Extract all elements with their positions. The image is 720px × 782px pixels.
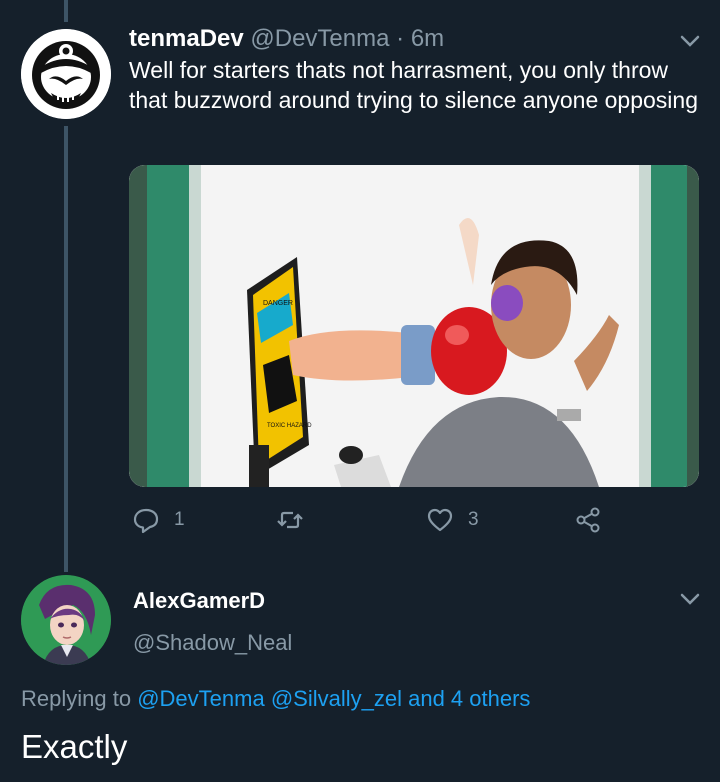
meme-image: DANGER TOXIC HAZARD bbox=[129, 165, 699, 487]
replying-to: Replying to @DevTenma @Silvally_zel and … bbox=[21, 686, 530, 712]
reply-icon bbox=[133, 508, 159, 534]
tweet-header: tenmaDev @DevTenma · 6m bbox=[129, 24, 444, 54]
reply-button[interactable]: 1 bbox=[132, 506, 185, 534]
share-button[interactable] bbox=[574, 506, 602, 534]
retweet-icon bbox=[277, 511, 303, 529]
monitor-label-danger: DANGER bbox=[263, 300, 293, 307]
reply-count: 1 bbox=[174, 509, 185, 530]
mention-link[interactable]: @Silvally_zel bbox=[271, 686, 402, 711]
thread-line-top bbox=[64, 0, 68, 22]
tweet-media-image[interactable]: DANGER TOXIC HAZARD bbox=[129, 165, 699, 487]
others-link[interactable]: and 4 others bbox=[408, 686, 530, 711]
chevron-down-icon[interactable] bbox=[679, 592, 701, 606]
avatar[interactable] bbox=[21, 575, 111, 665]
display-name[interactable]: AlexGamerD bbox=[133, 588, 265, 614]
timestamp[interactable]: 6m bbox=[411, 25, 444, 52]
tweet-text: Exactly bbox=[21, 728, 128, 765]
chevron-down-icon[interactable] bbox=[679, 34, 701, 48]
user-handle[interactable]: @Shadow_Neal bbox=[133, 630, 292, 656]
display-name[interactable]: tenmaDev bbox=[129, 25, 244, 52]
like-icon bbox=[427, 508, 453, 532]
replying-prefix: Replying to bbox=[21, 686, 132, 711]
user-handle[interactable]: @DevTenma bbox=[250, 25, 389, 52]
tweet-text: Well for starters thats not harrasment, … bbox=[129, 57, 698, 113]
avatar[interactable] bbox=[21, 29, 111, 119]
monitor-label-toxic: TOXIC HAZARD bbox=[267, 423, 312, 429]
avatar-anime-icon bbox=[21, 575, 111, 665]
like-count: 3 bbox=[468, 509, 479, 530]
thread-line bbox=[64, 126, 68, 572]
like-button[interactable]: 3 bbox=[426, 506, 479, 534]
avatar-mask-icon bbox=[21, 29, 111, 119]
share-icon bbox=[576, 507, 600, 533]
retweet-button[interactable] bbox=[276, 506, 318, 534]
mention-link[interactable]: @DevTenma bbox=[137, 686, 265, 711]
separator: · bbox=[396, 25, 405, 52]
